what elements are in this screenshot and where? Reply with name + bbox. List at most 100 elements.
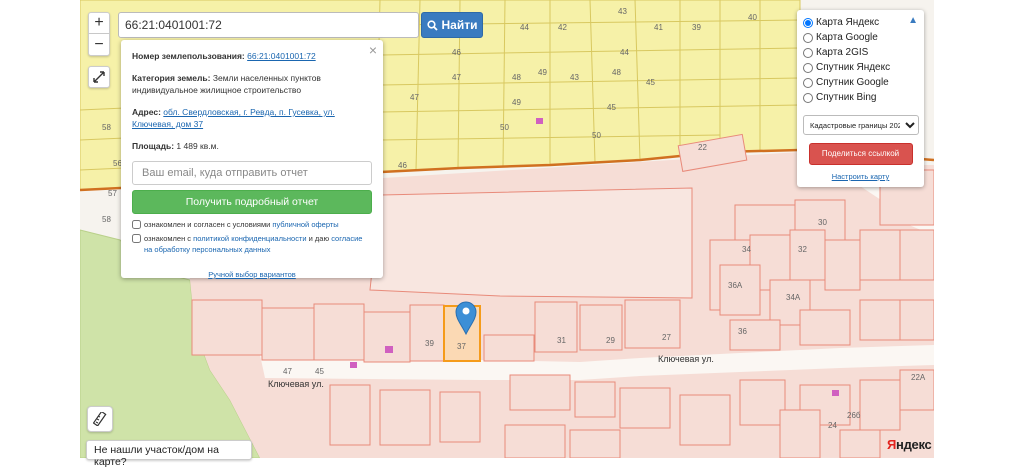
- street-label: Ключевая ул.: [268, 379, 324, 389]
- privacy-checkbox[interactable]: [132, 234, 141, 243]
- fullscreen-button[interactable]: [88, 66, 110, 88]
- map-layers-panel: ▲ Карта Яндекс Карта Google Карта 2GIS С…: [797, 10, 924, 187]
- lot-number: 22А: [911, 373, 926, 382]
- area-value: 1 489 кв.м.: [176, 141, 219, 151]
- poi-marker: [832, 390, 839, 396]
- lot-number: 44: [620, 48, 629, 57]
- search-icon: [426, 19, 438, 31]
- layer-radio[interactable]: [803, 92, 813, 103]
- lot-number: 26б: [847, 411, 861, 420]
- lot-number: 27: [662, 333, 671, 342]
- email-field[interactable]: [132, 161, 372, 185]
- lot-number: 47: [410, 93, 419, 102]
- layer-option-2gis-map[interactable]: Карта 2GIS: [803, 45, 918, 60]
- expand-icon: [93, 71, 105, 83]
- get-report-button[interactable]: Получить подробный отчет: [132, 190, 372, 214]
- layer-label: Спутник Bing: [816, 92, 877, 103]
- lot-number: 58: [102, 123, 111, 132]
- lot-number: 37: [457, 342, 466, 351]
- area-label: Площадь:: [132, 141, 175, 151]
- poi-marker: [536, 118, 543, 124]
- lot-number: 45: [646, 78, 655, 87]
- offer-link[interactable]: публичной оферты: [272, 220, 338, 229]
- area-row: Площадь: 1 489 кв.м.: [132, 140, 372, 152]
- layer-label: Карта Google: [816, 32, 878, 43]
- ruler-button[interactable]: [87, 406, 113, 432]
- offer-text: ознакомлен и согласен с условиями: [144, 220, 273, 229]
- poi-marker: [385, 346, 393, 353]
- category-label: Категория земель:: [132, 73, 211, 83]
- search-input[interactable]: [118, 12, 419, 38]
- yandex-logo: Яндекс: [887, 437, 932, 452]
- lot-number: 45: [315, 367, 324, 376]
- manual-select-link[interactable]: Ручной выбор вариантов: [132, 269, 372, 281]
- lot-number: 44: [520, 23, 529, 32]
- lot-number: 24: [828, 421, 837, 430]
- not-found-button[interactable]: Не нашли участок/дом на карте?: [86, 440, 252, 468]
- lot-number: 41: [654, 23, 663, 32]
- lot-number: 45: [607, 103, 616, 112]
- zoom-in-button[interactable]: +: [88, 12, 110, 34]
- lot-number: 39: [425, 339, 434, 348]
- lot-number: 47: [452, 73, 461, 82]
- layer-radio[interactable]: [803, 47, 813, 58]
- lot-number: 46: [398, 161, 407, 170]
- privacy-link[interactable]: политикой конфиденциальности: [193, 234, 306, 243]
- number-row: Номер землепользования: 66:21:0401001:72: [132, 50, 372, 62]
- chevron-up-icon[interactable]: ▲: [908, 15, 918, 26]
- configure-map-link[interactable]: Настроить карту: [803, 172, 918, 181]
- lot-number: 58: [102, 215, 111, 224]
- layer-label: Карта 2GIS: [816, 47, 869, 58]
- lot-number: 50: [592, 131, 601, 140]
- lot-number: 50: [500, 123, 509, 132]
- layer-radio[interactable]: [803, 17, 813, 28]
- lot-number: 57: [108, 189, 117, 198]
- search-button[interactable]: Найти: [421, 12, 483, 38]
- large-parcel: [369, 187, 693, 299]
- category-row: Категория земель: Земли населенных пункт…: [132, 72, 372, 96]
- layer-option-yandex-satellite[interactable]: Спутник Яндекс: [803, 60, 918, 75]
- share-link-button[interactable]: Поделиться ссылкой: [808, 143, 913, 165]
- lot-number: 34А: [786, 293, 801, 302]
- lot-number: 43: [618, 7, 627, 16]
- offer-consent[interactable]: ознакомлен и согласен с условиями публич…: [132, 219, 372, 230]
- lot-number: 49: [538, 68, 547, 77]
- address-label: Адрес:: [132, 107, 161, 117]
- privacy-mid-text: и даю: [306, 234, 332, 243]
- search-button-label: Найти: [441, 18, 478, 32]
- layer-radio[interactable]: [803, 32, 813, 43]
- lot-number: 36А: [728, 281, 743, 290]
- ruler-icon: [93, 412, 107, 426]
- layer-option-yandex-map[interactable]: Карта Яндекс: [803, 15, 918, 30]
- address-link[interactable]: обл. Свердловская, г. Ревда, п. Гусевка,…: [132, 107, 335, 129]
- layer-option-bing-satellite[interactable]: Спутник Bing: [803, 90, 918, 105]
- layer-option-google-satellite[interactable]: Спутник Google: [803, 75, 918, 90]
- lot-number: 47: [283, 367, 292, 376]
- lot-number: 30: [818, 218, 827, 227]
- address-row: Адрес: обл. Свердловская, г. Ревда, п. Г…: [132, 106, 372, 130]
- layer-label: Спутник Google: [816, 77, 889, 88]
- number-link[interactable]: 66:21:0401001:72: [247, 51, 316, 61]
- privacy-consent[interactable]: ознакомлен с политикой конфиденциальност…: [132, 233, 372, 255]
- layer-label: Спутник Яндекс: [816, 62, 891, 73]
- lot-number: 32: [798, 245, 807, 254]
- lot-number: 36: [738, 327, 747, 336]
- layer-radio[interactable]: [803, 77, 813, 88]
- lot-number: 42: [558, 23, 567, 32]
- layer-option-google-map[interactable]: Карта Google: [803, 30, 918, 45]
- lot-number: 46: [452, 48, 461, 57]
- zoom-out-button[interactable]: −: [88, 34, 110, 56]
- lot-number: 48: [512, 73, 521, 82]
- poi-marker: [350, 362, 357, 368]
- lot-number: 34: [742, 245, 751, 254]
- number-label: Номер землепользования:: [132, 51, 245, 61]
- lot-number: 40: [748, 13, 757, 22]
- lot-number: 43: [570, 73, 579, 82]
- lot-number: 29: [606, 336, 615, 345]
- cadastre-layer-select[interactable]: Кадастровые границы 2025: [803, 115, 919, 135]
- lot-number: 31: [557, 336, 566, 345]
- lot-number: 49: [512, 98, 521, 107]
- offer-checkbox[interactable]: [132, 220, 141, 229]
- close-icon[interactable]: ×: [369, 43, 377, 57]
- layer-radio[interactable]: [803, 62, 813, 73]
